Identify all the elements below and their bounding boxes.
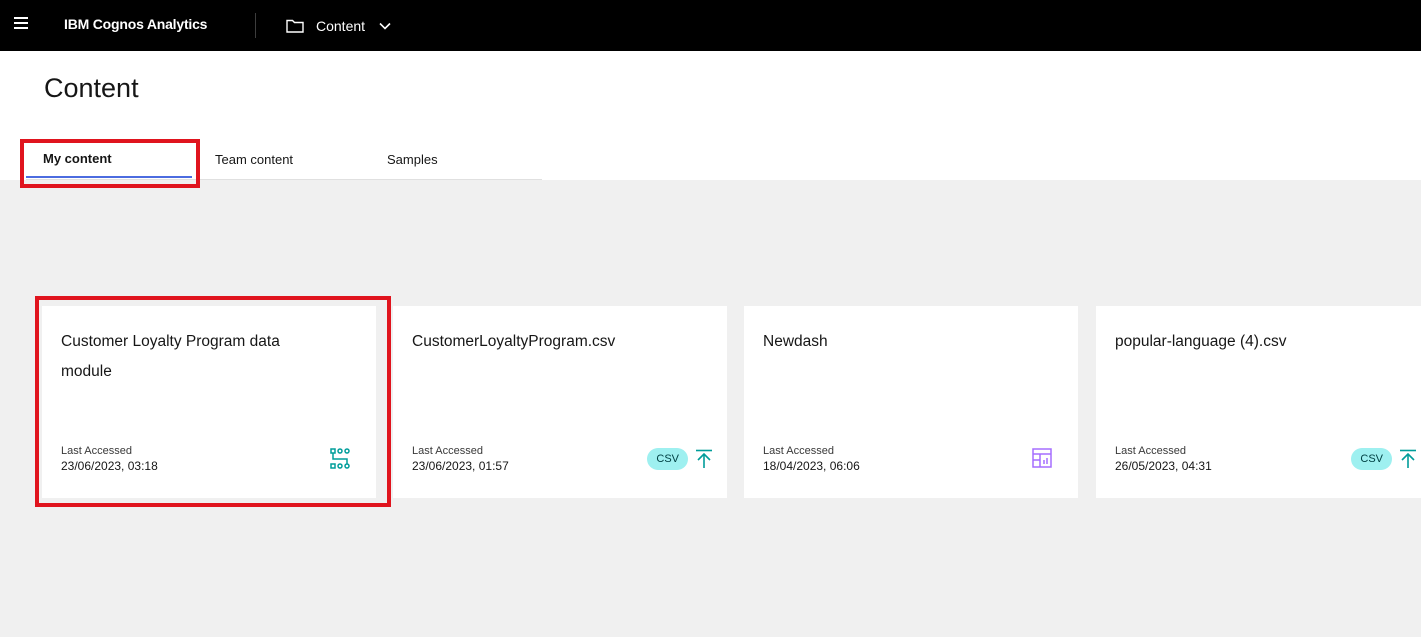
tab-bar: My content Team content Samples [26,140,542,180]
content-card-data-module[interactable]: Customer Loyalty Program data module Las… [42,306,376,498]
divider [255,13,256,38]
card-title: CustomerLoyaltyProgram.csv [412,333,616,350]
chevron-down-icon[interactable] [379,22,391,30]
last-accessed-label: Last Accessed [1115,445,1186,457]
card-title: Newdash [763,333,828,350]
last-accessed-label: Last Accessed [412,445,483,457]
last-accessed-label: Last Accessed [61,445,132,457]
last-accessed-label: Last Accessed [763,445,834,457]
card-title: popular-language (4).csv [1115,333,1287,350]
breadcrumb-label: Content [316,18,366,34]
top-bar: IBM Cognos Analytics Content [0,0,1421,51]
data-module-icon [330,448,350,469]
dashboard-icon [1032,448,1052,468]
content-card-csv-upload[interactable]: popular-language (4).csv Last Accessed 2… [1096,306,1421,498]
card-title: Customer Loyalty Program data module [61,333,280,380]
tab-my-content[interactable]: My content [26,140,192,178]
last-accessed-value: 23/06/2023, 01:57 [412,459,509,473]
upload-icon [696,449,712,468]
tab-team-content[interactable]: Team content [215,140,293,178]
tab-samples[interactable]: Samples [387,140,438,178]
upload-icon [1400,449,1416,468]
card-meta: Last Accessed 23/06/2023, 01:57 [412,445,509,475]
page-title: Content [44,73,139,103]
last-accessed-value: 18/04/2023, 06:06 [763,459,860,473]
card-meta: Last Accessed 18/04/2023, 06:06 [763,445,860,475]
product-name: IBM Cognos Analytics [64,16,208,32]
hamburger-icon[interactable] [14,17,28,31]
csv-badge: CSV [647,448,688,470]
last-accessed-value: 26/05/2023, 04:31 [1115,459,1212,473]
last-accessed-value: 23/06/2023, 03:18 [61,459,158,473]
content-card-csv-upload[interactable]: CustomerLoyaltyProgram.csv Last Accessed… [393,306,727,498]
card-meta: Last Accessed 26/05/2023, 04:31 [1115,445,1212,475]
card-meta: Last Accessed 23/06/2023, 03:18 [61,445,158,475]
folder-icon [286,19,304,33]
breadcrumb[interactable]: Content [286,15,391,37]
csv-badge: CSV [1351,448,1392,470]
content-card-dashboard[interactable]: Newdash Last Accessed 18/04/2023, 06:06 [744,306,1078,498]
